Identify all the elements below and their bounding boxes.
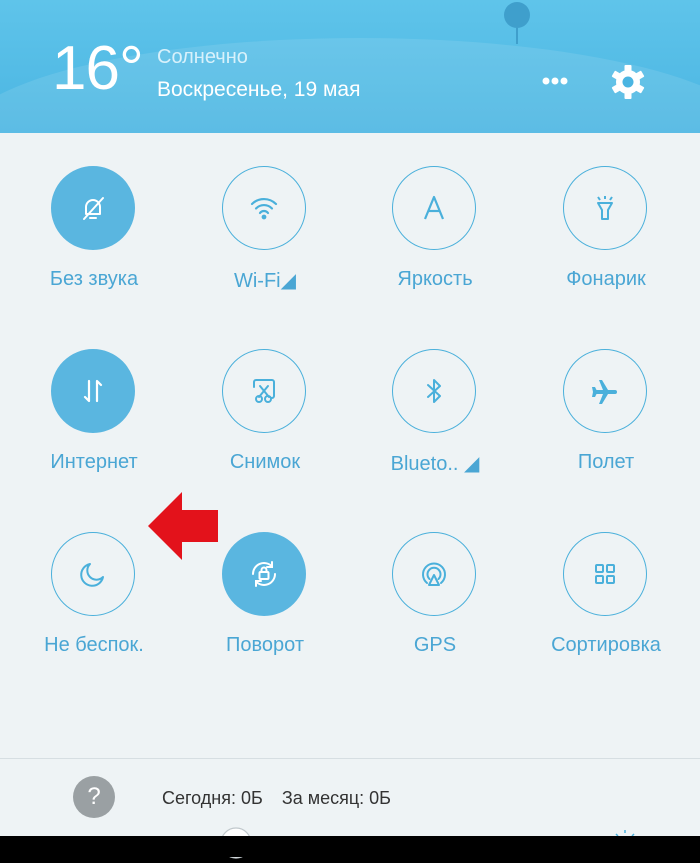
toggle-silent[interactable]: Без звука bbox=[9, 166, 179, 316]
gps-icon[interactable] bbox=[392, 532, 476, 616]
toggle-label: Фонарик bbox=[566, 268, 646, 290]
annotation-arrow bbox=[148, 492, 218, 560]
toggle-wifi[interactable]: Wi-Fi◢ bbox=[180, 166, 350, 316]
toggle-label: Без звука bbox=[49, 268, 139, 290]
toggle-brightness[interactable]: Яркость bbox=[350, 166, 520, 316]
settings-gear-icon[interactable] bbox=[610, 64, 646, 100]
moon-icon[interactable] bbox=[51, 532, 135, 616]
mobile-data-icon[interactable] bbox=[51, 349, 135, 433]
navigation-bar bbox=[0, 836, 700, 857]
toggle-screenshot[interactable]: Снимок bbox=[180, 349, 350, 499]
balloon-decoration bbox=[504, 2, 530, 28]
screenshot-icon[interactable] bbox=[222, 349, 306, 433]
toggle-label: Не беспок. bbox=[44, 634, 144, 656]
data-usage: Сегодня: 0Б За месяц: 0Б bbox=[162, 788, 405, 809]
toggle-label: Сортировка bbox=[551, 634, 661, 656]
date-label: Воскресенье, 19 мая bbox=[157, 78, 361, 101]
help-icon[interactable]: ? bbox=[73, 776, 115, 818]
balloon-string bbox=[516, 28, 518, 44]
usage-month: За месяц: 0Б bbox=[281, 788, 391, 808]
flashlight-icon[interactable] bbox=[563, 166, 647, 250]
toggle-bluetooth[interactable]: Blueto.. ◢ bbox=[350, 349, 520, 499]
weather-condition: Солнечно bbox=[157, 46, 248, 68]
toggle-sort[interactable]: Сортировка bbox=[521, 532, 691, 682]
temperature: 16° bbox=[52, 34, 144, 103]
toggle-label: Blueto.. ◢ bbox=[390, 453, 480, 475]
toggle-label: Wi-Fi◢ bbox=[233, 270, 297, 292]
toggle-label: Интернет bbox=[50, 451, 138, 473]
toggle-label: Снимок bbox=[229, 451, 301, 473]
grid-icon[interactable] bbox=[563, 532, 647, 616]
toggle-flashlight[interactable]: Фонарик bbox=[521, 166, 691, 316]
weather-header: 16° Солнечно Воскресенье, 19 мая bbox=[0, 0, 700, 133]
toggle-label: Яркость bbox=[397, 268, 473, 290]
bluetooth-icon[interactable] bbox=[392, 349, 476, 433]
bell-off-icon[interactable] bbox=[51, 166, 135, 250]
rotation-lock-icon[interactable] bbox=[222, 532, 306, 616]
divider bbox=[0, 758, 700, 759]
toggle-label: Полет bbox=[577, 451, 635, 473]
brightness-icon[interactable] bbox=[392, 166, 476, 250]
toggle-label: GPS bbox=[413, 634, 457, 656]
usage-today: Сегодня: 0Б bbox=[162, 788, 263, 808]
toggle-gps[interactable]: GPS bbox=[350, 532, 520, 682]
quick-settings-panel: Без звука Wi-Fi◢ Яркость Фонарик Интерне… bbox=[0, 133, 700, 859]
toggle-label: Поворот bbox=[226, 634, 304, 656]
more-icon[interactable] bbox=[538, 68, 572, 94]
toggle-mobile-data[interactable]: Интернет bbox=[9, 349, 179, 499]
airplane-icon[interactable] bbox=[563, 349, 647, 433]
wifi-icon[interactable] bbox=[222, 166, 306, 250]
toggle-airplane[interactable]: Полет bbox=[521, 349, 691, 499]
